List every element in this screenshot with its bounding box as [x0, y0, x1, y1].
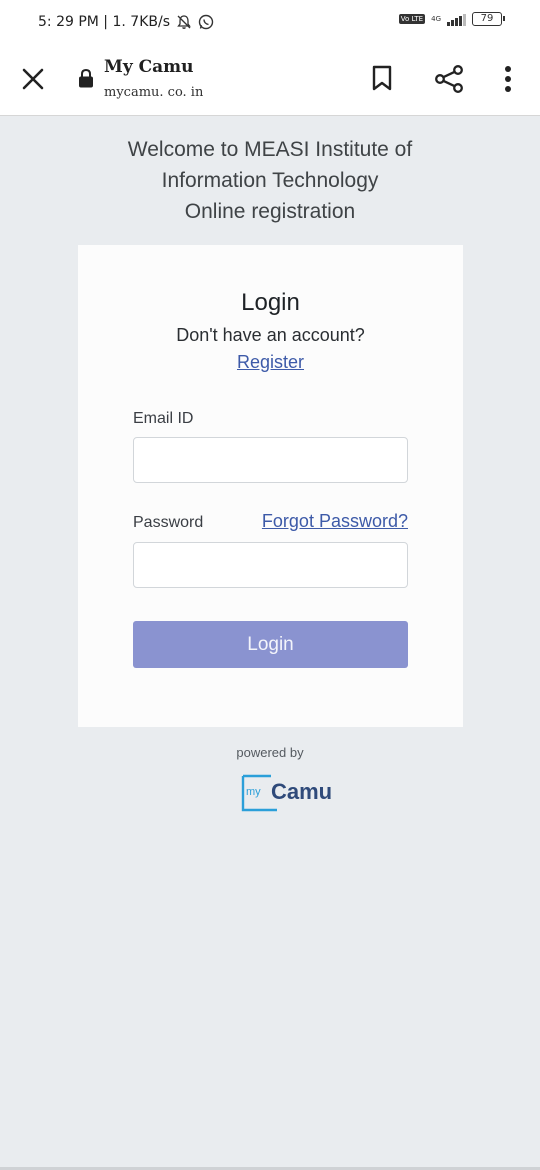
no-account-text: Don't have an account?	[176, 325, 365, 345]
password-field[interactable]	[133, 542, 408, 588]
register-link[interactable]: Register	[237, 352, 304, 372]
logo-prefix: my	[246, 786, 261, 798]
login-card: Login Don't have an account? Register Em…	[78, 245, 463, 727]
logo-text: Camu	[271, 779, 332, 804]
status-bar: 5: 29 PM | 1. 7KB/s Vo LTE 4G 79	[0, 0, 540, 46]
status-time-speed: 5: 29 PM | 1. 7KB/s	[38, 14, 170, 30]
signal-icon	[447, 12, 466, 26]
powered-by-text: powered by	[236, 745, 304, 760]
login-button[interactable]: Login	[133, 621, 408, 668]
password-label: Password	[133, 514, 204, 531]
status-right: Vo LTE 4G 79	[398, 12, 505, 26]
lock-icon	[79, 68, 93, 88]
mute-bell-icon	[177, 15, 191, 29]
mycamu-logo: my Camu	[241, 774, 332, 812]
welcome-heading: Welcome to MEASI Institute of Informatio…	[0, 134, 540, 227]
forgot-password-link[interactable]: Forgot Password?	[262, 511, 408, 532]
battery-level: 79	[480, 13, 494, 24]
volte-badge: Vo LTE	[398, 14, 426, 24]
battery-icon: 79	[472, 12, 505, 26]
page-title: My Camu	[104, 57, 194, 77]
page-url[interactable]: mycamu. co. in	[104, 85, 203, 100]
more-vert-icon[interactable]	[500, 64, 516, 94]
welcome-line-1: Welcome to MEASI Institute of	[127, 138, 413, 161]
share-icon[interactable]	[434, 64, 464, 94]
network-type: 4G	[431, 15, 441, 23]
login-title: Login	[241, 289, 300, 316]
whatsapp-icon	[198, 14, 214, 30]
status-left: 5: 29 PM | 1. 7KB/s	[38, 14, 214, 30]
register-row: Register	[78, 352, 463, 373]
close-icon[interactable]	[20, 66, 46, 92]
welcome-line-3: Online registration	[184, 200, 356, 223]
browser-toolbar: My Camu mycamu. co. in	[0, 46, 540, 116]
email-field[interactable]	[133, 437, 408, 483]
welcome-line-2: Information Technology	[161, 169, 379, 192]
bookmark-icon[interactable]	[370, 64, 394, 92]
email-label: Email ID	[133, 410, 194, 427]
